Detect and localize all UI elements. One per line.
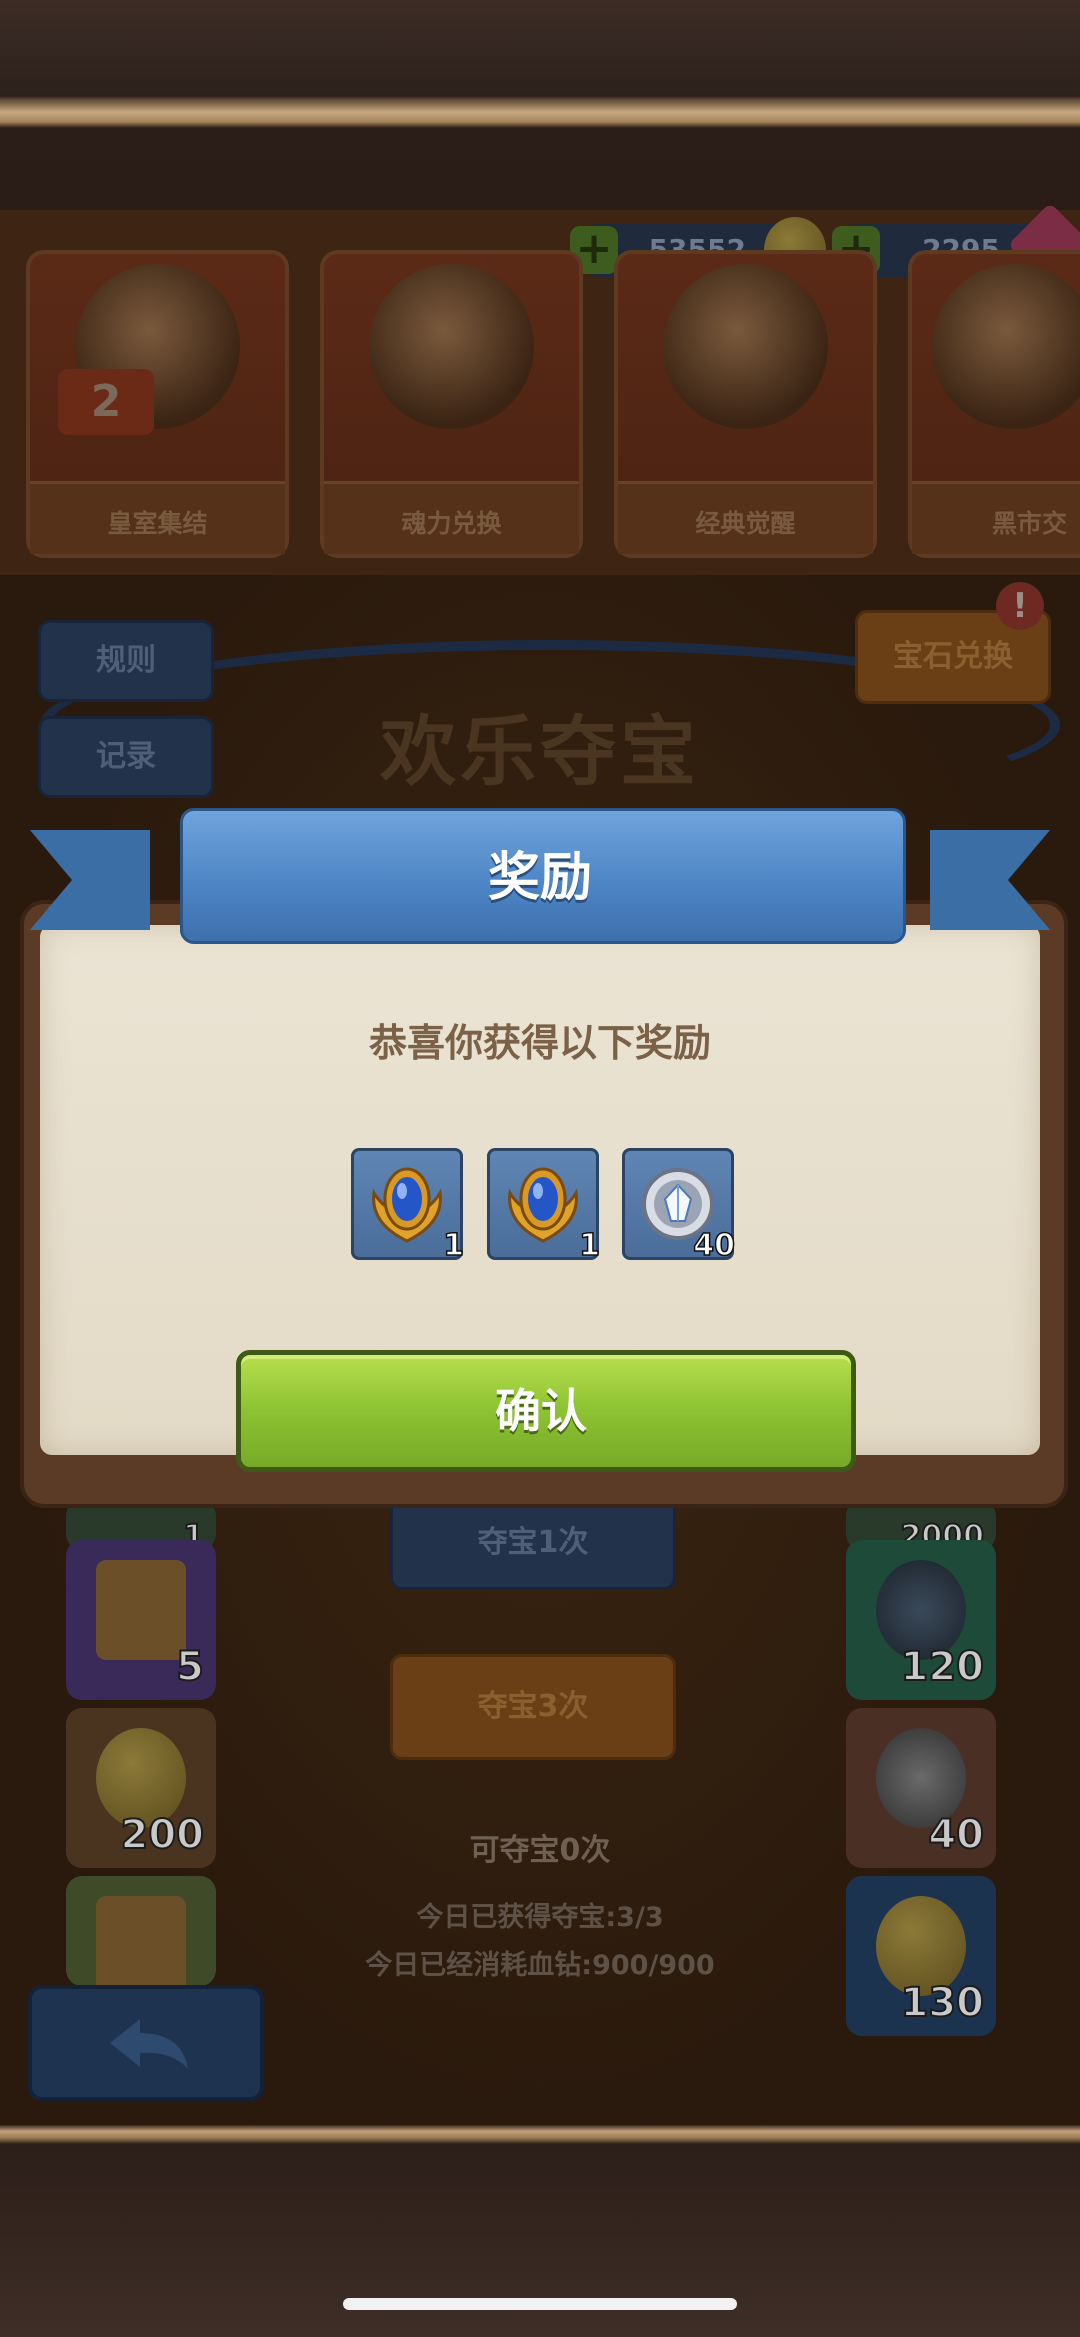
shop-tab-black-market[interactable]: 黑市交 — [908, 250, 1080, 558]
reward-amount: 120 — [900, 1643, 985, 1691]
shop-tab-soul-exchange[interactable]: 魂力兑换 — [320, 250, 583, 558]
reward-quantity: 40 — [693, 1227, 736, 1264]
records-button[interactable]: 记录 — [38, 716, 214, 798]
draws-left-text: 可夺宝0次 — [469, 1833, 611, 1868]
today-consumed-text: 今日已经消耗血钻:900/900 — [365, 1950, 715, 1981]
left-reward-tile-2: 5 — [66, 1540, 216, 1700]
shop-tab-label: 黑市交 — [992, 509, 1068, 538]
classic-awakening-art — [663, 264, 828, 429]
card-pack-icon — [96, 1560, 186, 1660]
today-obtained-text: 今日已获得夺宝:3/3 — [416, 1902, 664, 1933]
right-reward-tile-4: 130 — [846, 1876, 996, 2036]
left-reward-tile-3: 200 — [66, 1708, 216, 1868]
home-indicator[interactable] — [343, 2298, 737, 2310]
alert-badge: ! — [996, 582, 1044, 630]
event-title: 欢乐夺宝 — [380, 707, 700, 796]
modal-title: 奖励 — [487, 848, 592, 908]
top-decorative-frame — [0, 0, 1080, 160]
back-button[interactable] — [28, 1985, 264, 2101]
back-arrow-icon — [110, 2019, 188, 2069]
soul-exchange-art — [369, 264, 534, 429]
shop-tab-label: 魂力兑换 — [401, 509, 502, 538]
blue-gem-wings-icon — [372, 1167, 442, 1243]
reward-item-3[interactable]: 40 — [622, 1148, 736, 1264]
blue-gem-wings-icon — [508, 1167, 578, 1243]
shop-tab-label: 经典觉醒 — [695, 509, 796, 538]
right-reward-tile-3: 40 — [846, 1708, 996, 1868]
reward-amount: 130 — [900, 1979, 985, 2027]
draw-three-button[interactable]: 夺宝3次 — [390, 1654, 676, 1760]
card-pack-icon — [96, 1896, 186, 1996]
draw-once-button[interactable]: 夺宝1次 — [390, 1500, 676, 1590]
reward-item-2[interactable]: 1 — [487, 1148, 601, 1264]
shop-tab-royal-gathering[interactable]: 2 皇室集结 — [26, 250, 289, 558]
reward-amount: 200 — [120, 1811, 205, 1859]
shop-tab-label: 皇室集结 — [107, 509, 208, 538]
black-market-art — [932, 264, 1080, 429]
reward-quantity: 1 — [578, 1227, 600, 1264]
confirm-button-label: 确认 — [495, 1384, 587, 1438]
reward-item-1[interactable]: 1 — [351, 1148, 465, 1264]
left-reward-tile-4 — [66, 1876, 216, 1996]
reward-quantity: 1 — [442, 1227, 464, 1264]
rules-button[interactable]: 规则 — [38, 620, 214, 702]
reward-amount: 40 — [927, 1811, 985, 1859]
shop-tab-classic-awakening[interactable]: 经典觉醒 — [614, 250, 877, 558]
congrats-message: 恭喜你获得以下奖励 — [368, 1021, 711, 1065]
right-reward-tile-2: 120 — [846, 1540, 996, 1700]
reward-amount: 5 — [175, 1643, 205, 1691]
shop-tab-badge: 2 — [58, 369, 154, 435]
